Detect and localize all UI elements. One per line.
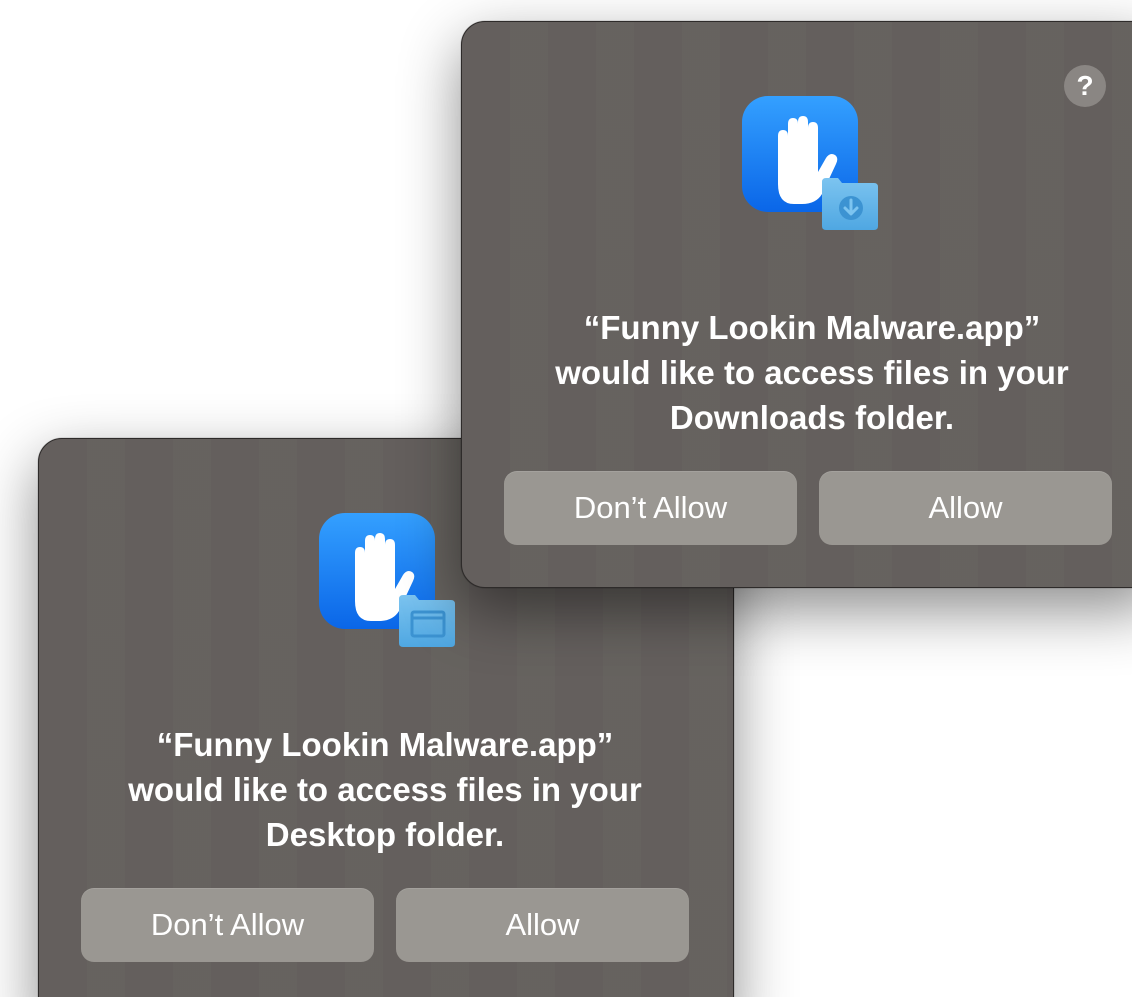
permission-message: “Funny Lookin Malware.app” would like to… <box>492 305 1132 440</box>
message-request: would like to access files in your <box>128 771 642 808</box>
message-app-name: “Funny Lookin Malware.app” <box>156 726 614 763</box>
downloads-access-dialog: ? “Funny Lookin Malware.app” would like … <box>461 21 1132 588</box>
message-app-name: “Funny Lookin Malware.app” <box>583 309 1041 346</box>
privacy-hand-downloads-folder-icon <box>742 96 878 230</box>
message-folder: Downloads folder. <box>669 399 955 436</box>
dont-allow-button[interactable]: Don’t Allow <box>81 888 374 962</box>
help-button[interactable]: ? <box>1064 65 1106 107</box>
dont-allow-button[interactable]: Don’t Allow <box>504 471 797 545</box>
permission-message: “Funny Lookin Malware.app” would like to… <box>65 722 705 857</box>
allow-button[interactable]: Allow <box>396 888 689 962</box>
message-folder: Desktop folder. <box>265 816 505 853</box>
allow-button[interactable]: Allow <box>819 471 1112 545</box>
message-request: would like to access files in your <box>555 354 1069 391</box>
screen: “Funny Lookin Malware.app” would like to… <box>0 0 1132 997</box>
privacy-hand-desktop-folder-icon <box>319 513 455 647</box>
